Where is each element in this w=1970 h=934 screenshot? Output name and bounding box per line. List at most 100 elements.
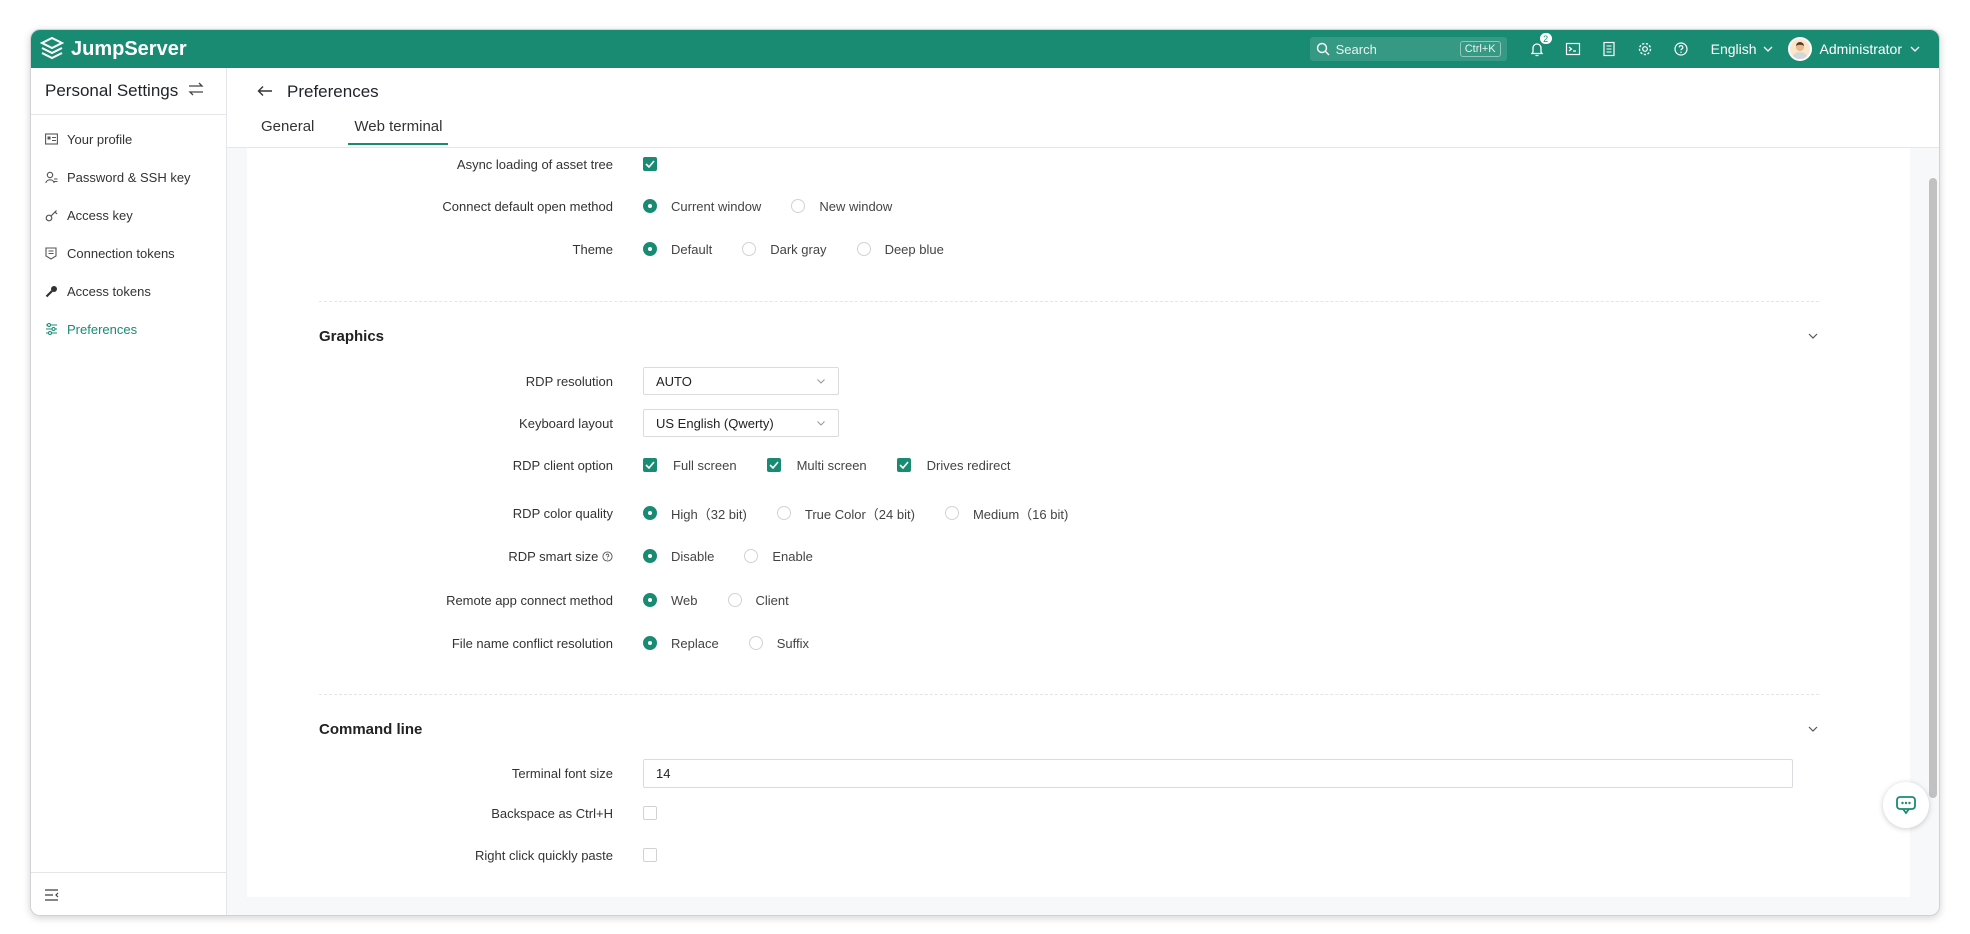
chat-assistant-button[interactable]: [1883, 782, 1929, 828]
rdp-resolution-select[interactable]: AUTO: [643, 367, 839, 395]
checkbox-multi-screen[interactable]: Multi screen: [766, 457, 867, 473]
tab-general[interactable]: General: [261, 118, 314, 145]
token-icon: [45, 246, 59, 260]
chevron-down-icon: [1808, 726, 1818, 732]
checkmark-icon: [769, 461, 779, 469]
notification-badge: 2: [1538, 32, 1553, 45]
user-avatar-icon: [1791, 42, 1808, 59]
radio-remote-app-client[interactable]: Client: [727, 593, 789, 608]
radio-theme-default[interactable]: Default: [643, 242, 712, 257]
radio-current-window[interactable]: Current window: [643, 199, 761, 214]
content-scrollbar[interactable]: [1929, 178, 1937, 798]
sidebar-item-label: Your profile: [67, 131, 133, 147]
keyboard-layout-select[interactable]: US English (Qwerty): [643, 409, 839, 437]
field-label: Async loading of asset tree: [456, 156, 613, 172]
tickets-button[interactable]: [1599, 39, 1619, 59]
radio-indicator: [643, 636, 657, 650]
form-row-right-click-paste: Right click quickly paste: [247, 843, 673, 867]
app-window: JumpServer Search Ctrl+K 2 English Admin…: [30, 29, 1940, 916]
form-row-theme: Theme Default Dark gray Deep blue: [247, 237, 974, 261]
option-label: Replace: [671, 635, 719, 651]
sidebar-item-connection-tokens[interactable]: Connection tokens: [31, 234, 226, 272]
settings-button[interactable]: [1635, 39, 1655, 59]
option-label: Default: [671, 241, 713, 257]
sidebar-item-label: Access tokens: [67, 283, 151, 299]
right-click-paste-checkbox[interactable]: [643, 848, 657, 862]
chevron-down-icon: [1763, 46, 1772, 52]
app-name: JumpServer: [71, 37, 187, 60]
select-value: AUTO: [656, 373, 692, 389]
sidebar-item-label: Connection tokens: [67, 245, 175, 261]
field-label: Remote app connect method: [446, 592, 613, 608]
checkbox-drives-redirect[interactable]: Drives redirect: [896, 458, 1010, 473]
field-label-wrap: RDP smart size: [247, 549, 643, 564]
language-label: English: [1710, 41, 1757, 57]
option-label: Full screen: [673, 457, 737, 473]
chevron-down-icon: [1808, 333, 1818, 339]
terminal-font-size-input[interactable]: 14: [643, 758, 1793, 788]
help-button[interactable]: [1671, 39, 1691, 59]
radio-smart-size-disable[interactable]: Disable: [643, 549, 714, 564]
option-label: New window: [819, 198, 893, 214]
option-label: Deep blue: [884, 241, 944, 257]
sidebar-item-access-key[interactable]: Access key: [31, 196, 226, 234]
settings-sidebar: Personal Settings Your profile Password …: [31, 68, 227, 915]
radio-conflict-suffix[interactable]: Suffix: [748, 636, 809, 651]
key-icon: [45, 209, 59, 222]
collapse-menu-icon: [45, 889, 59, 901]
command-line-section-header[interactable]: Command line: [319, 721, 1819, 738]
chevron-down-icon: [1910, 46, 1920, 52]
radio-remote-app-web[interactable]: Web: [643, 593, 698, 608]
radio-conflict-replace[interactable]: Replace: [643, 636, 719, 651]
field-label: RDP client option: [512, 457, 613, 473]
language-selector[interactable]: English: [1711, 41, 1774, 57]
radio-theme-dark-gray[interactable]: Dark gray: [742, 242, 827, 257]
radio-indicator: [776, 506, 791, 520]
collapse-sidebar-button[interactable]: [31, 872, 226, 915]
option-label: Web: [671, 592, 698, 608]
radio-indicator: [856, 242, 871, 256]
radio-color-medium[interactable]: Medium（16 bit): [944, 504, 1069, 523]
tab-web-terminal[interactable]: Web terminal: [348, 118, 449, 145]
option-label: Multi screen: [796, 457, 867, 473]
sidebar-item-password-ssh-key[interactable]: Password & SSH key: [31, 158, 226, 196]
form-row-keyboard-layout: Keyboard layout US English (Qwerty): [247, 408, 839, 438]
field-label: Theme: [572, 241, 613, 257]
option-label: Medium（16 bit): [972, 506, 1069, 522]
help-icon[interactable]: [602, 550, 613, 562]
radio-smart-size-enable[interactable]: Enable: [744, 549, 813, 564]
radio-indicator: [643, 199, 657, 213]
field-label: Backspace as Ctrl+H: [491, 805, 613, 821]
wrench-icon: [45, 285, 59, 298]
select-value: US English (Qwerty): [656, 415, 774, 431]
back-arrow-icon[interactable]: [257, 82, 273, 102]
switch-view-icon[interactable]: [188, 81, 204, 101]
field-label: RDP smart size: [508, 548, 599, 564]
async-loading-checkbox[interactable]: [643, 157, 657, 171]
radio-theme-deep-blue[interactable]: Deep blue: [856, 241, 944, 257]
search-shortcut: Ctrl+K: [1459, 41, 1501, 57]
radio-new-window[interactable]: New window: [791, 199, 892, 214]
global-search[interactable]: Search Ctrl+K: [1309, 37, 1507, 61]
sidebar-item-preferences[interactable]: Preferences: [31, 310, 226, 348]
user-menu[interactable]: Administrator: [1787, 37, 1921, 61]
section-title: Command line: [319, 721, 423, 738]
sidebar-title: Personal Settings: [45, 81, 179, 100]
sidebar-item-access-tokens[interactable]: Access tokens: [31, 272, 226, 310]
preferences-form: Async loading of asset tree Connect defa…: [247, 148, 1910, 897]
sidebar-header: Personal Settings: [31, 68, 226, 115]
checkmark-icon: [645, 160, 655, 168]
form-row-backspace: Backspace as Ctrl+H: [247, 801, 673, 825]
sidebar-item-your-profile[interactable]: Your profile: [31, 120, 226, 158]
radio-color-true-color[interactable]: True Color（24 bit): [776, 504, 915, 523]
radio-color-high[interactable]: High（32 bit): [643, 504, 747, 523]
backspace-ctrl-h-checkbox[interactable]: [643, 806, 657, 820]
notifications-button[interactable]: 2: [1527, 32, 1553, 59]
checkbox-full-screen[interactable]: Full screen: [643, 458, 737, 473]
graphics-section-header[interactable]: Graphics: [319, 328, 1819, 345]
form-row-file-conflict: File name conflict resolution Replace Su…: [247, 631, 839, 655]
checkbox-indicator: [643, 458, 657, 472]
web-terminal-button[interactable]: [1563, 39, 1583, 59]
app-logo[interactable]: JumpServer: [39, 36, 187, 62]
sidebar-item-label: Access key: [67, 207, 133, 223]
